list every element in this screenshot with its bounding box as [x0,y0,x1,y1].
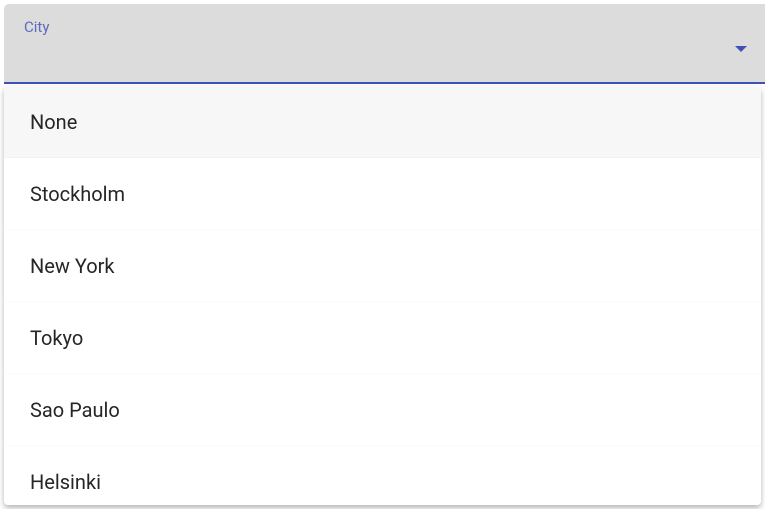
chevron-down-icon [735,46,747,52]
option-label: None [30,110,77,134]
option-new-york[interactable]: New York [4,230,761,302]
option-label: New York [30,254,115,278]
city-select[interactable]: City [4,4,765,84]
option-label: Stockholm [30,182,125,206]
option-label: Sao Paulo [30,398,120,422]
option-none[interactable]: None [4,86,761,158]
option-label: Helsinki [30,470,101,494]
option-helsinki[interactable]: Helsinki [4,446,761,505]
option-stockholm[interactable]: Stockholm [4,158,761,230]
option-tokyo[interactable]: Tokyo [4,302,761,374]
option-sao-paulo[interactable]: Sao Paulo [4,374,761,446]
option-label: Tokyo [30,326,83,350]
select-label: City [24,18,49,36]
dropdown-panel[interactable]: None Stockholm New York Tokyo Sao Paulo … [4,86,761,505]
